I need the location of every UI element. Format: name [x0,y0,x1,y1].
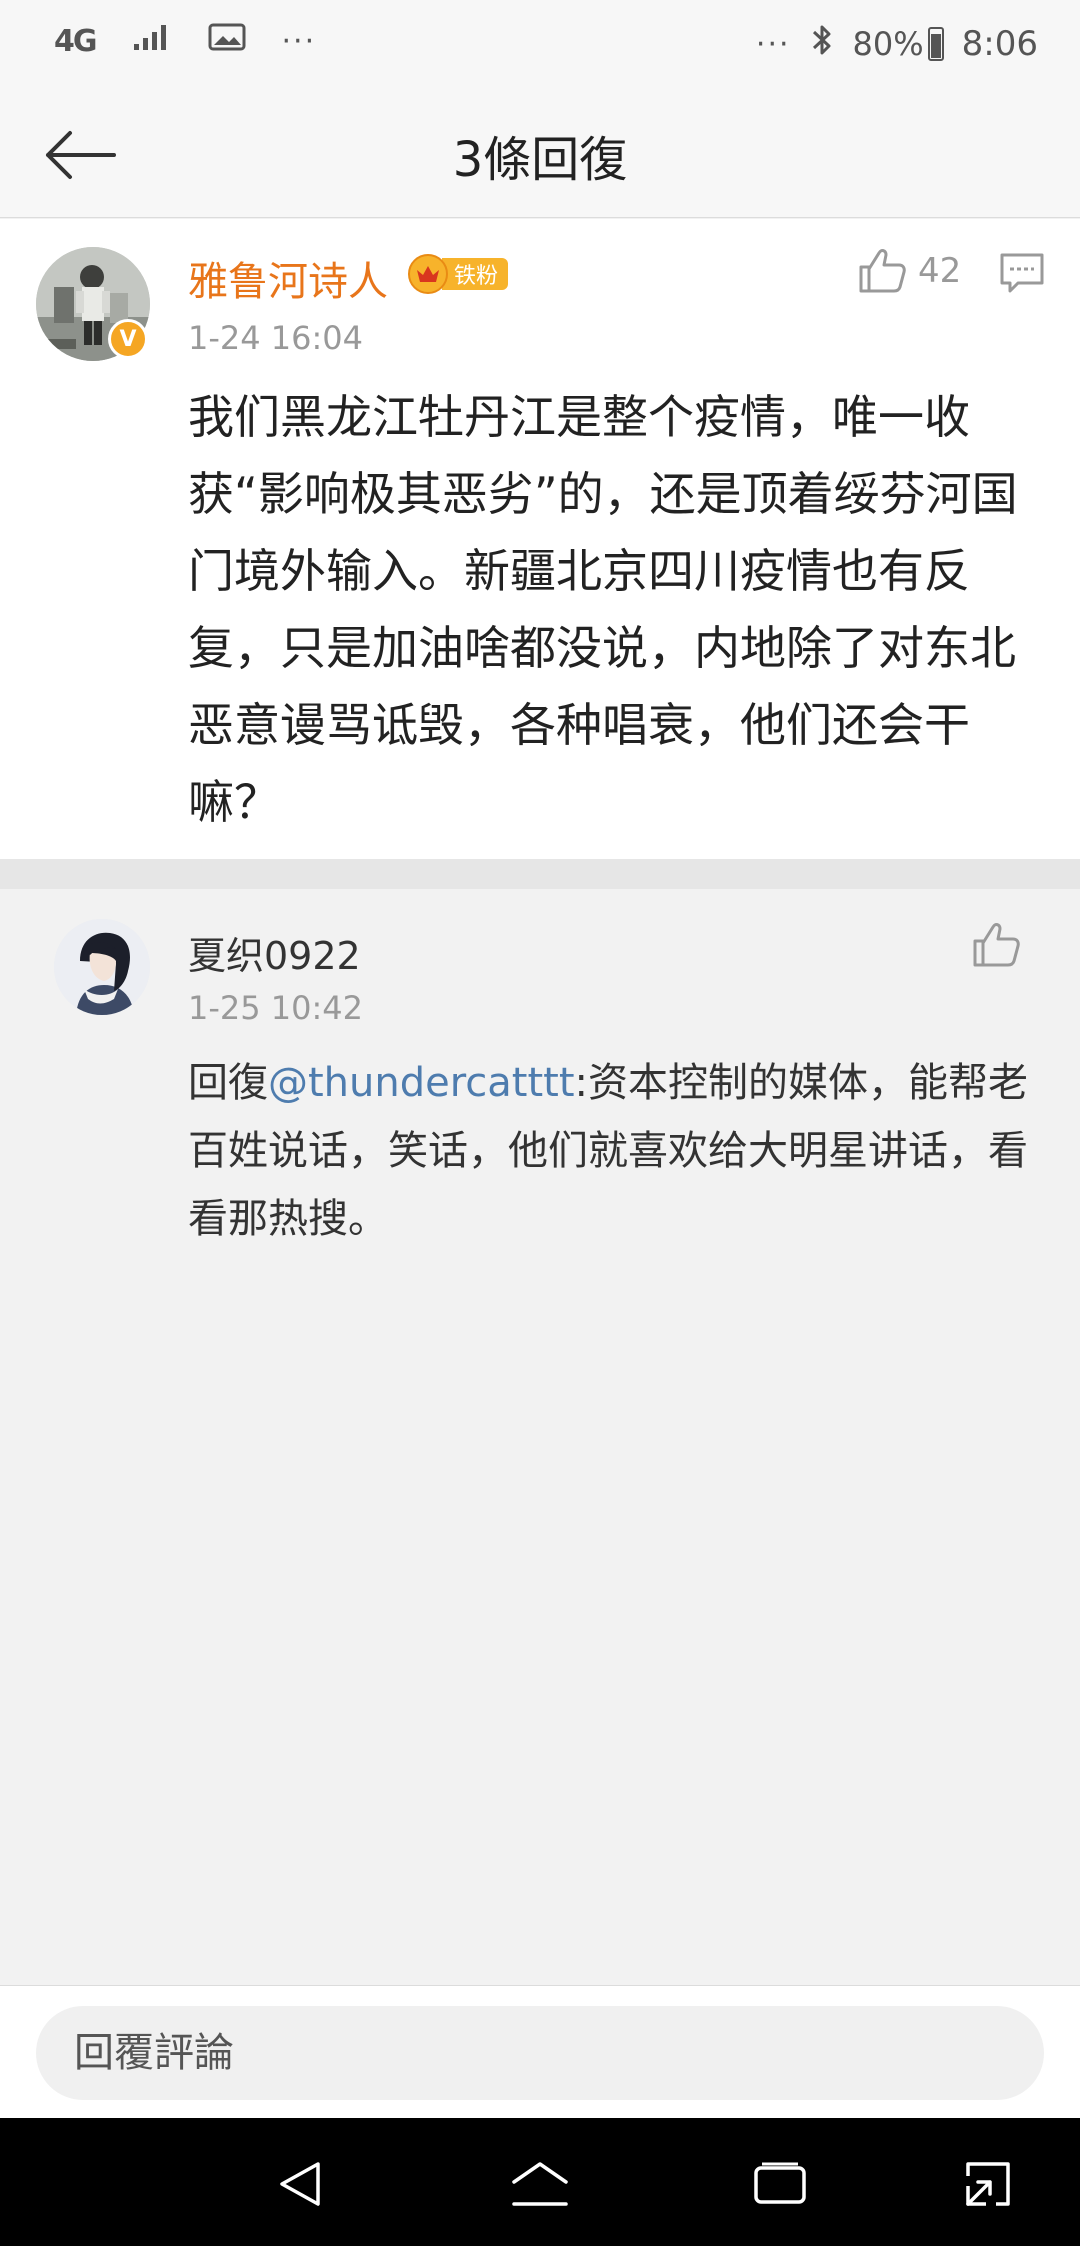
reply-text: 回復@thundercatttt:资本控制的媒体，能帮老百姓说话，笑话，他们就喜… [188,1049,1048,1253]
signal-icon [132,22,172,60]
more-notifications-icon: ··· [281,23,317,59]
like-count: 42 [918,251,962,291]
rotate-nav-icon [966,2162,1010,2206]
reply-avatar[interactable] [54,919,150,1015]
like-icon [859,249,906,293]
bluetooth-icon [809,22,835,66]
battery-indicator: 80% [853,25,944,63]
header: 3條回復 [0,90,1080,218]
nav-rotate-button[interactable] [956,2152,1020,2216]
verified-badge: V [108,319,148,359]
reply-input[interactable] [36,2006,1044,2100]
nav-home-button[interactable] [508,2152,572,2216]
main-comment: V 雅鲁河诗人 铁粉 1-24 16:04 42 我们黑龙江牡丹江是整个疫情，唯… [0,219,1080,859]
comment-icon [1000,253,1044,293]
comment-author[interactable]: 雅鲁河诗人 [188,249,388,307]
comment-text: 我们黑龙江牡丹江是整个疫情，唯一收获“影响极其恶劣”的，还是顶着绥芬河国门境外输… [188,390,1018,829]
crown-icon [408,254,448,294]
reply-like-button[interactable] [970,919,1022,971]
network-type: 4G [54,23,97,59]
battery-icon [927,27,944,61]
reply-author[interactable]: 夏织0922 [188,925,361,980]
like-icon [973,923,1020,967]
section-divider [0,859,1080,889]
more-status-icon: ··· [755,26,791,62]
reply-bar [0,1985,1080,2118]
recents-nav-icon [754,2162,806,2204]
like-button[interactable] [856,245,908,297]
reply-prefix: 回復 [188,1060,268,1106]
image-notification-icon [208,22,246,60]
comment-time: 1-24 16:04 [188,319,364,357]
fan-badge: 铁粉 [408,254,509,294]
status-bar: 4G ··· ··· 80% 8:06 [0,0,1080,90]
reply-list: 夏织0922 1-25 10:42 回復@thundercatttt:资本控制的… [0,889,1080,1985]
navigation-bar [0,2118,1080,2246]
nav-recents-button[interactable] [748,2152,812,2216]
battery-percent: 80% [852,25,924,63]
reply-time: 1-25 10:42 [188,989,364,1027]
mention-link[interactable]: @thundercatttt [268,1060,575,1106]
home-nav-icon [512,2162,568,2206]
back-nav-icon [280,2162,320,2206]
fan-badge-label: 铁粉 [442,258,509,290]
nav-back-button[interactable] [268,2152,332,2216]
page-title: 3條回復 [452,132,628,188]
clock: 8:06 [961,24,1038,64]
comment-button[interactable] [998,249,1046,297]
